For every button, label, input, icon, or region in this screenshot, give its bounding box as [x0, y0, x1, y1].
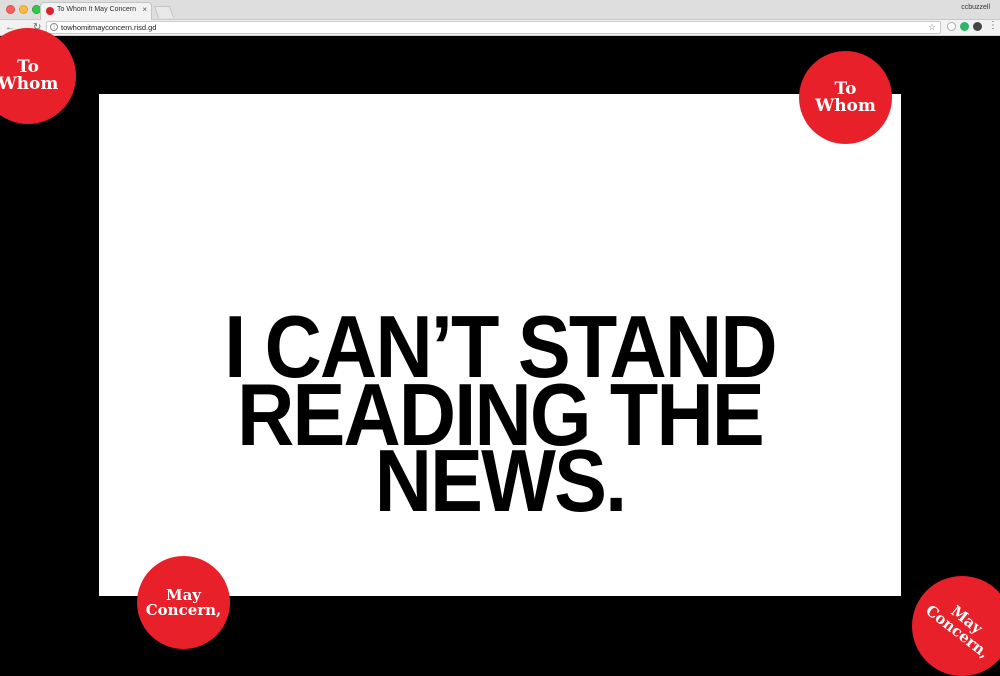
address-bar[interactable]: i towhomitmayconcern.risd.gd ☆ — [46, 21, 941, 34]
badge-line: Concern, — [145, 600, 222, 619]
badge-text-rotated: May Concern, — [922, 591, 1000, 662]
grammarly-extension-icon[interactable] — [960, 22, 969, 31]
browser-toolbar: ← → ↻ i towhomitmayconcern.risd.gd ☆ — [0, 20, 1000, 36]
headline-line-2: READING THE NEWS. — [237, 365, 765, 530]
bookmark-star-icon[interactable]: ☆ — [928, 22, 936, 33]
badge-line: Whom — [0, 74, 59, 94]
tab-title: To Whom It May Concern — [57, 6, 136, 13]
to-whom-badge[interactable]: To Whom — [0, 28, 76, 124]
may-concern-badge[interactable]: May Concern, — [137, 556, 230, 649]
badge-line: To — [834, 78, 857, 99]
info-icon[interactable]: i — [50, 23, 58, 31]
tab-close-icon[interactable]: × — [142, 5, 147, 14]
profile-name[interactable]: ccbuzzell — [961, 4, 990, 11]
url-text[interactable]: towhomitmayconcern.risd.gd — [61, 23, 156, 32]
extension-icon[interactable] — [947, 22, 956, 31]
badge-line: Whom — [815, 95, 876, 116]
browser-menu-icon[interactable]: ⋮ — [988, 20, 998, 31]
close-window-button[interactable] — [6, 5, 15, 14]
evernote-extension-icon[interactable] — [973, 22, 982, 31]
minimize-window-button[interactable] — [19, 5, 28, 14]
new-tab-button[interactable] — [153, 6, 175, 18]
page-content: I CAN’T STAND READING THE NEWS. To Whom … — [0, 28, 1000, 676]
browser-tab[interactable]: To Whom It May Concern × — [40, 2, 152, 20]
may-concern-badge[interactable]: May Concern, — [912, 576, 1000, 676]
headline: I CAN’T STAND READING THE NEWS. — [99, 303, 901, 530]
to-whom-badge[interactable]: To Whom — [799, 51, 892, 144]
window-titlebar: To Whom It May Concern × ccbuzzell — [0, 0, 1000, 20]
favicon-icon — [46, 7, 54, 15]
headline-card: I CAN’T STAND READING THE NEWS. — [99, 94, 901, 596]
